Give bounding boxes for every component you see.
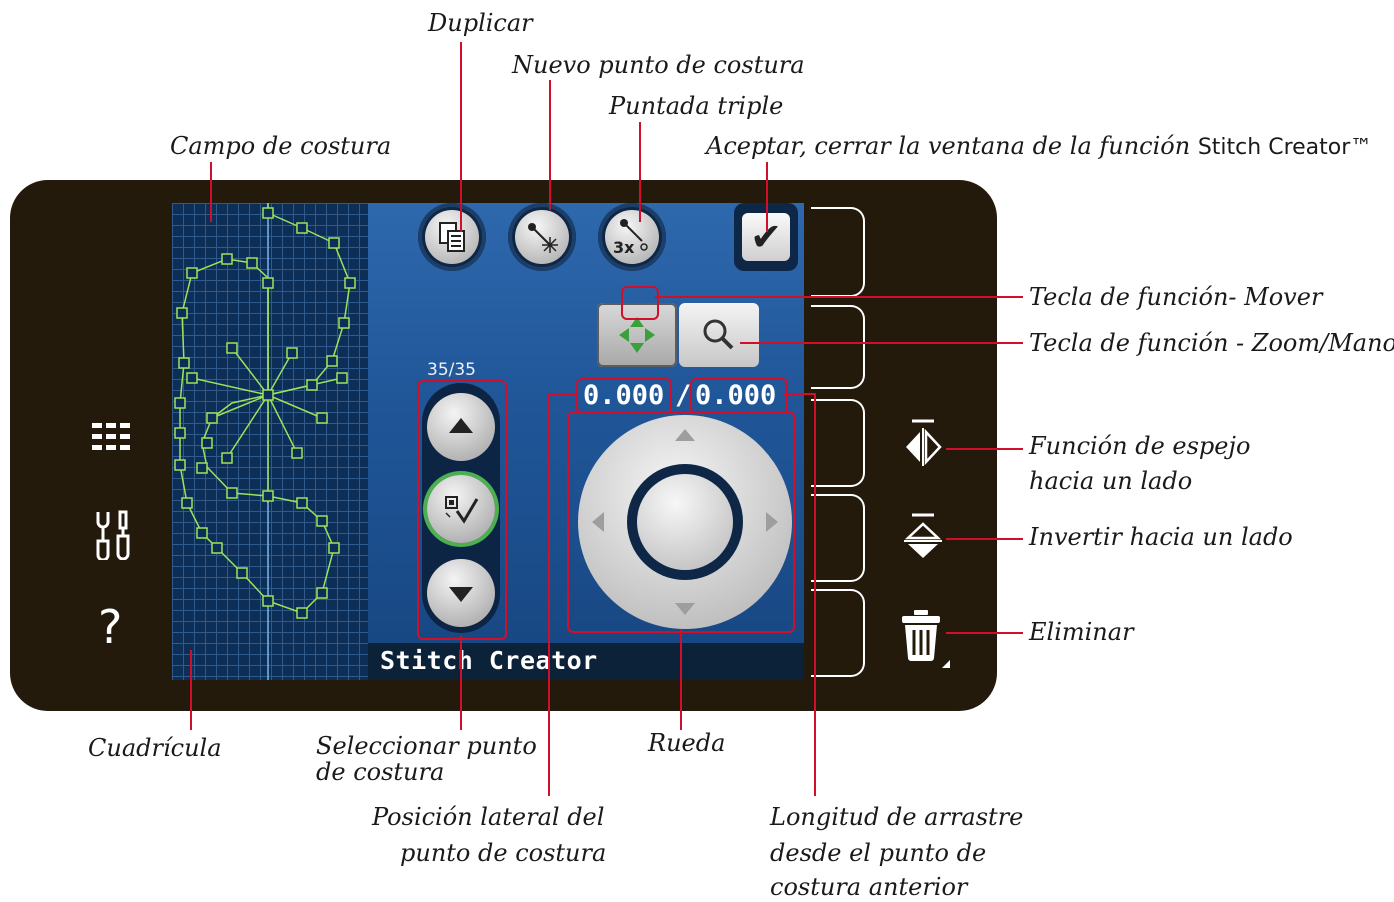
screen-title: Stitch Creator	[380, 646, 598, 675]
wheel-highlight	[567, 411, 795, 633]
leader-posicion-h	[548, 393, 576, 395]
leader-eliminar	[946, 632, 1023, 634]
list-menu-icon[interactable]	[92, 420, 132, 460]
triple-stitch-button[interactable]: 3x	[598, 203, 666, 271]
label-aceptar-text: Aceptar, cerrar la ventana de la función	[706, 132, 1191, 160]
label-duplicar: Duplicar	[428, 9, 533, 37]
bracket-4	[811, 494, 865, 582]
label-longitud-1: Longitud de arrastre	[770, 803, 1024, 831]
label-espejo-1: Función de espejo	[1029, 432, 1251, 460]
trash-icon[interactable]	[900, 608, 952, 668]
leader-espejo	[946, 448, 1023, 450]
invert-side-icon[interactable]	[902, 512, 944, 564]
tools-icon[interactable]	[92, 510, 132, 562]
leader-longitud-v	[814, 393, 816, 796]
triple-stitch-icon: 3x	[613, 219, 648, 257]
y-value-highlight	[690, 378, 788, 414]
leader-campo	[210, 162, 212, 222]
label-nuevo-punto: Nuevo punto de costura	[512, 51, 805, 79]
label-seleccionar-2: de costura	[316, 758, 445, 786]
label-rueda: Rueda	[648, 729, 726, 757]
bracket-3	[811, 399, 865, 487]
leader-longitud-h	[784, 393, 816, 395]
coordinate-separator: /	[675, 380, 692, 411]
label-longitud-3: costura anterior	[770, 873, 968, 901]
duplicate-button[interactable]	[418, 203, 486, 271]
label-posicion-1: Posición lateral del	[372, 803, 605, 831]
zoom-pan-function-key[interactable]	[679, 303, 759, 367]
magnifier-icon	[703, 319, 734, 350]
new-stitch-point-button[interactable]	[508, 203, 576, 271]
mirror-side-icon[interactable]	[902, 418, 944, 468]
label-longitud-2: desde el punto de	[770, 839, 987, 867]
label-puntada-triple: Puntada triple	[609, 92, 784, 120]
help-icon[interactable]: ?	[98, 602, 122, 652]
leader-zoom	[740, 342, 1023, 344]
label-posicion-2: punto de costura	[400, 839, 607, 867]
svg-text:3x: 3x	[613, 238, 635, 257]
stitch-counter: 35/35	[427, 360, 476, 380]
label-eliminar: Eliminar	[1029, 618, 1134, 646]
leader-mover	[655, 296, 1023, 298]
stepper-highlight	[417, 380, 507, 640]
leader-rueda	[680, 629, 682, 730]
leader-triple	[639, 122, 641, 222]
leader-posicion-v	[548, 393, 550, 796]
new-stitch-point-icon	[528, 223, 558, 253]
bracket-1	[811, 207, 865, 297]
label-cuadricula: Cuadrícula	[88, 734, 222, 762]
leader-nuevo	[549, 80, 551, 210]
leader-duplicar	[460, 42, 462, 232]
move-key-highlight	[621, 286, 659, 320]
leader-invertir	[946, 538, 1023, 540]
label-aceptar-app: Stitch Creator™	[1197, 135, 1373, 160]
leader-seleccionar	[460, 636, 462, 730]
sewing-field-grid[interactable]	[172, 203, 368, 680]
leader-aceptar	[766, 162, 768, 232]
bracket-2	[811, 305, 865, 389]
label-mover: Tecla de función- Mover	[1029, 283, 1323, 311]
label-aceptar: Aceptar, cerrar la ventana de la función…	[706, 131, 1372, 163]
label-espejo-2: hacia un lado	[1029, 467, 1193, 495]
screen-title-bar: Stitch Creator	[368, 643, 804, 680]
label-campo: Campo de costura	[170, 132, 392, 160]
x-value-highlight	[576, 378, 672, 414]
bracket-5	[811, 589, 865, 677]
leader-cuadricula	[190, 650, 192, 730]
label-zoom: Tecla de función - Zoom/Mano	[1029, 329, 1394, 357]
label-invertir: Invertir hacia un lado	[1029, 523, 1293, 551]
duplicate-icon	[439, 222, 465, 252]
